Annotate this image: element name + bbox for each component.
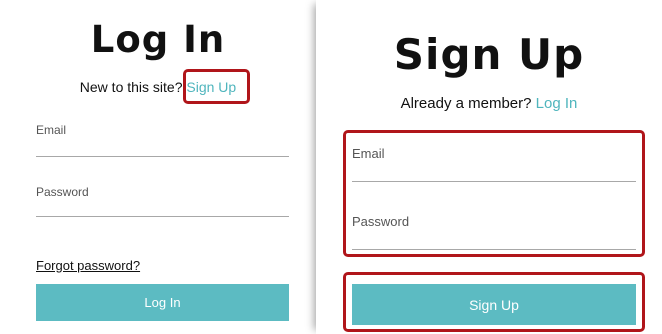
- signup-password-underline: [352, 249, 636, 250]
- login-email-field[interactable]: [36, 138, 289, 154]
- auth-comparison: Log In New to this site? Sign Up Email P…: [0, 0, 662, 334]
- login-email-underline: [36, 156, 289, 157]
- signup-prompt: Already a member? Log In: [316, 95, 662, 112]
- login-email-label: Email: [36, 123, 67, 137]
- login-password-underline: [36, 216, 289, 217]
- forgot-password-link[interactable]: Forgot password?: [36, 258, 140, 273]
- login-prompt-text: New to this site?: [79, 79, 183, 95]
- signup-title: Sign Up: [393, 30, 585, 79]
- signup-submit-button[interactable]: Sign Up: [352, 284, 636, 325]
- login-password-label: Password: [36, 185, 89, 199]
- login-submit-button[interactable]: Log In: [36, 284, 289, 321]
- signup-prompt-text: Already a member?: [400, 95, 532, 112]
- signup-email-underline: [352, 181, 636, 182]
- login-title: Log In: [90, 18, 226, 61]
- login-password-field[interactable]: [36, 199, 289, 215]
- signup-email-field[interactable]: [352, 162, 636, 179]
- login-prompt: New to this site? Sign Up: [0, 79, 316, 95]
- signup-password-field[interactable]: [352, 230, 636, 247]
- signup-password-label: Password: [352, 214, 410, 229]
- signup-email-label: Email: [352, 146, 385, 161]
- signup-link[interactable]: Sign Up: [186, 79, 236, 95]
- login-link[interactable]: Log In: [536, 95, 578, 112]
